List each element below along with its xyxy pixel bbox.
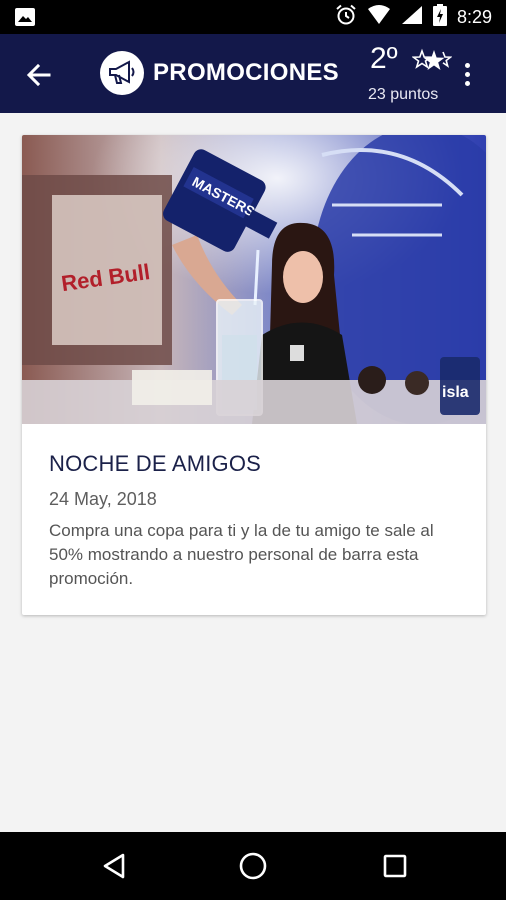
promo-card[interactable]: Red Bull MASTERS isla NOCHE DE AMIGOS 24… [22, 135, 486, 615]
home-circle-icon [239, 852, 267, 880]
menu-dot [464, 62, 470, 68]
promo-description: Compra una copa para ti y la de tu amigo… [49, 521, 434, 588]
promo-image: Red Bull MASTERS isla [22, 135, 486, 424]
menu-dot [464, 80, 470, 86]
app-bar: PROMOCIONES 2º 23 puntos [0, 34, 506, 113]
user-rank[interactable]: 2º 23 puntos [368, 40, 456, 108]
alarm-icon [335, 4, 357, 31]
page-title: PROMOCIONES [153, 59, 339, 86]
arrow-back-icon [26, 63, 51, 87]
stars-icon [411, 48, 453, 81]
nav-home-button[interactable] [235, 848, 271, 884]
wifi-icon [367, 4, 391, 30]
status-bar: 8:29 [0, 0, 506, 34]
megaphone-icon [100, 51, 144, 95]
promo-date: 24 May, 2018 [49, 489, 157, 509]
rank-number: 2º [370, 42, 398, 75]
recents-square-icon [383, 854, 407, 878]
gallery-notification-icon [14, 7, 36, 32]
battery-icon [432, 3, 447, 31]
promo-title: NOCHE DE AMIGOS [49, 451, 262, 476]
status-icons: 8:29 [335, 3, 492, 31]
nav-recents-button[interactable] [377, 848, 413, 884]
overflow-menu-button[interactable] [456, 58, 478, 90]
status-time: 8:29 [456, 6, 492, 27]
nav-back-button[interactable] [96, 848, 132, 884]
back-button[interactable] [20, 56, 58, 94]
back-triangle-icon [103, 853, 125, 879]
signal-icon [401, 5, 423, 30]
menu-dot [464, 71, 470, 77]
system-nav-bar [0, 832, 506, 900]
points-label: 23 puntos [368, 86, 439, 103]
screen-title: PROMOCIONES [100, 51, 339, 95]
brand-logo-text: isla [442, 384, 469, 401]
